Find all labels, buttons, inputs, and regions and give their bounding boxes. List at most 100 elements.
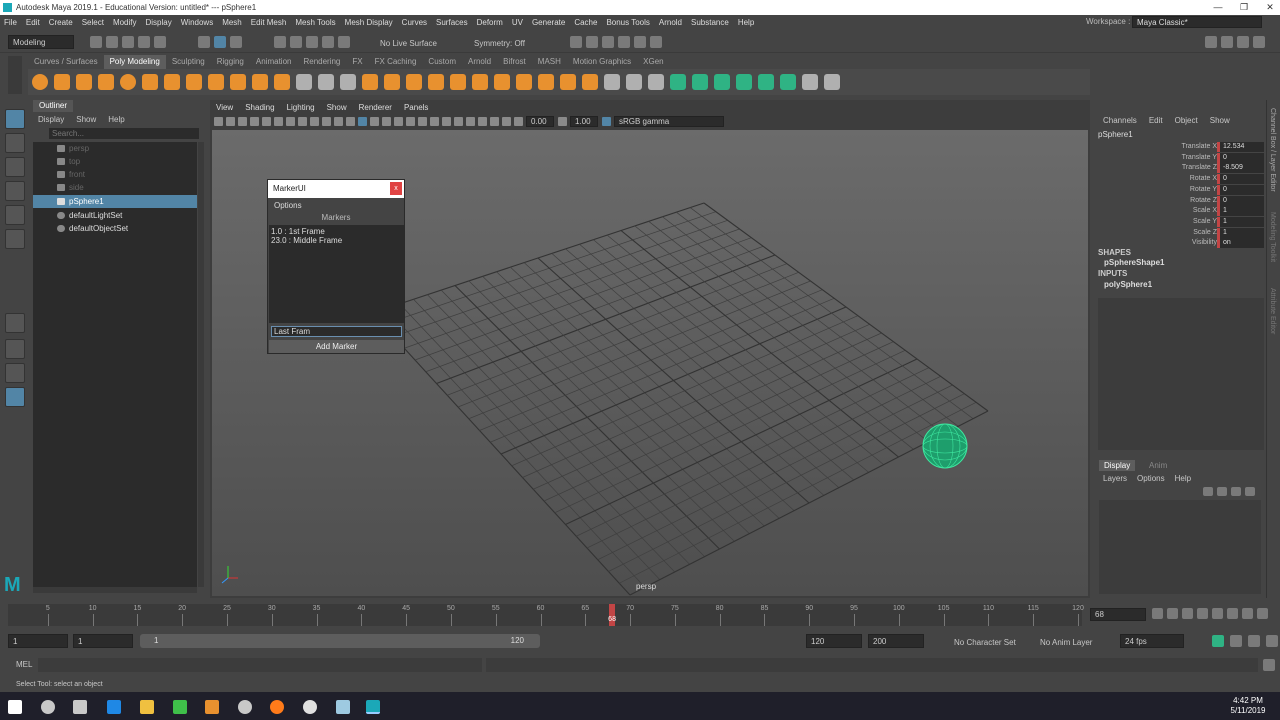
safe-action-icon[interactable] [322,116,331,126]
menu-help[interactable]: Help [738,18,754,27]
redo-icon[interactable] [154,36,166,48]
attribute-value-field[interactable]: 0 [1220,184,1264,195]
step-forward-key-icon[interactable] [1242,608,1253,619]
command-language-label[interactable]: MEL [16,660,32,669]
exposure-icon[interactable] [514,116,523,126]
play-forwards-icon[interactable] [1212,608,1223,619]
side-tab-attribute-editor[interactable]: Attribute Editor [1269,288,1276,334]
poly-sphere-icon[interactable] [32,74,48,90]
playback-start-field[interactable]: 1 [73,634,133,648]
firefox-icon[interactable] [270,700,284,714]
shelf-options-icon[interactable] [8,56,22,94]
current-frame-field[interactable]: 68 [1090,608,1146,621]
attribute-label[interactable]: Translate X [1093,143,1217,150]
render-view-icon[interactable] [634,36,646,48]
attribute-value-field[interactable]: 12.534 [1220,142,1264,152]
shadows-icon[interactable] [406,116,415,126]
app-circle-icon[interactable] [238,700,252,714]
mode-dropdown[interactable]: Modeling [8,35,74,49]
select-object-icon[interactable] [214,36,226,48]
image-plane-icon[interactable] [250,116,259,126]
search-icon[interactable] [41,700,55,714]
go-to-end-icon[interactable] [1257,608,1268,619]
append-polygon-icon[interactable] [472,74,488,90]
shelf-tab-poly-modeling[interactable]: Poly Modeling [103,55,166,69]
sound-icon[interactable] [1266,635,1278,647]
minimize-button[interactable]: — [1205,0,1231,15]
xray-icon[interactable] [478,116,487,126]
app-blue-icon[interactable] [336,700,350,714]
marker-item[interactable]: 23.0 : Middle Frame [271,236,402,245]
fps-dropdown[interactable]: 24 fps [1120,634,1184,648]
resolution-gate-icon[interactable] [286,116,295,126]
uv-toolkit-icon[interactable] [780,74,796,90]
character-set-dropdown[interactable]: No Character Set [954,638,1016,647]
select-component-icon[interactable] [230,36,242,48]
outliner-item-persp[interactable]: persp [33,142,197,155]
step-forward-frame-icon[interactable] [1227,608,1238,619]
bevel-icon[interactable] [450,74,466,90]
layer-menu-options[interactable]: Options [1137,474,1165,483]
outliner-menu-show[interactable]: Show [76,115,96,124]
menu-bonus-tools[interactable]: Bonus Tools [606,18,649,27]
app-orange-icon[interactable] [205,700,219,714]
shelf-tab-mash[interactable]: MASH [532,55,567,69]
poly-torus-icon[interactable] [120,74,136,90]
attribute-value-field[interactable]: on [1220,238,1264,249]
poly-cylinder-icon[interactable] [76,74,92,90]
shelf-tab-arnold[interactable]: Arnold [462,55,497,69]
menu-arnold[interactable]: Arnold [659,18,682,27]
select-tool-icon[interactable] [5,109,25,129]
close-window-button[interactable]: ✕ [1257,0,1280,15]
svg-icon[interactable] [274,74,290,90]
play-backwards-icon[interactable] [1197,608,1208,619]
menu-mesh-display[interactable]: Mesh Display [345,18,393,27]
outliner-item-default-object-set[interactable]: defaultObjectSet [33,222,197,235]
channel-box-menu-show[interactable]: Show [1210,116,1230,125]
single-perspective-layout-icon[interactable] [5,313,25,333]
windows-start-icon[interactable] [8,700,22,714]
range-bar[interactable]: 1 120 [140,634,540,648]
poly-text-icon[interactable] [252,74,268,90]
shelf-tab-fx[interactable]: FX [346,55,368,69]
save-scene-icon[interactable] [122,36,134,48]
attribute-value-field[interactable]: 1 [1220,206,1264,217]
new-layer-icon[interactable] [1231,487,1241,496]
uv-editor-icon[interactable] [758,74,774,90]
wireframe-on-shaded-icon[interactable] [370,116,379,126]
auto-key-icon[interactable] [1212,635,1224,647]
outliner-item-side[interactable]: side [33,181,197,194]
snap-point-icon[interactable] [306,36,318,48]
side-tab-channel-box[interactable]: Channel Box / Layer Editor [1269,108,1276,192]
viewport-menu-shading[interactable]: Shading [245,103,274,112]
isolate-select-icon[interactable] [466,116,475,126]
marker-ui-close-button[interactable]: x [390,182,402,195]
menu-generate[interactable]: Generate [532,18,565,27]
lasso-tool-icon[interactable] [5,133,25,153]
channel-box-icon[interactable] [1253,36,1265,48]
viewport-menu-show[interactable]: Show [327,103,347,112]
command-input[interactable] [38,658,482,672]
camera-attributes-icon[interactable] [226,116,235,126]
outliner-horizontal-scrollbar[interactable] [33,587,197,593]
platonic-solid-icon[interactable] [186,74,202,90]
render-settings-icon[interactable] [602,36,614,48]
attribute-label[interactable]: Translate Y [1093,154,1217,161]
wireframe-icon[interactable] [346,116,355,126]
snap-curve-icon[interactable] [290,36,302,48]
select-camera-icon[interactable] [214,116,223,126]
shape-name[interactable]: pSphereShape1 [1104,258,1164,267]
channel-box-menu-object[interactable]: Object [1175,116,1198,125]
cut-uv-icon[interactable] [824,74,840,90]
marker-ui-options-menu[interactable]: Options [274,201,302,210]
menu-display[interactable]: Display [146,18,172,27]
menu-surfaces[interactable]: Surfaces [436,18,468,27]
marker-name-input[interactable]: Last Fram [271,326,402,337]
smooth-shade-icon[interactable] [358,116,367,126]
attribute-label[interactable]: Scale Z [1093,229,1217,236]
menu-edit-mesh[interactable]: Edit Mesh [251,18,287,27]
add-marker-button[interactable]: Add Marker [269,340,404,353]
shelf-tab-xgen[interactable]: XGen [637,55,669,69]
attribute-label[interactable]: Translate Z [1093,164,1217,171]
multi-cut-icon[interactable] [604,74,620,90]
